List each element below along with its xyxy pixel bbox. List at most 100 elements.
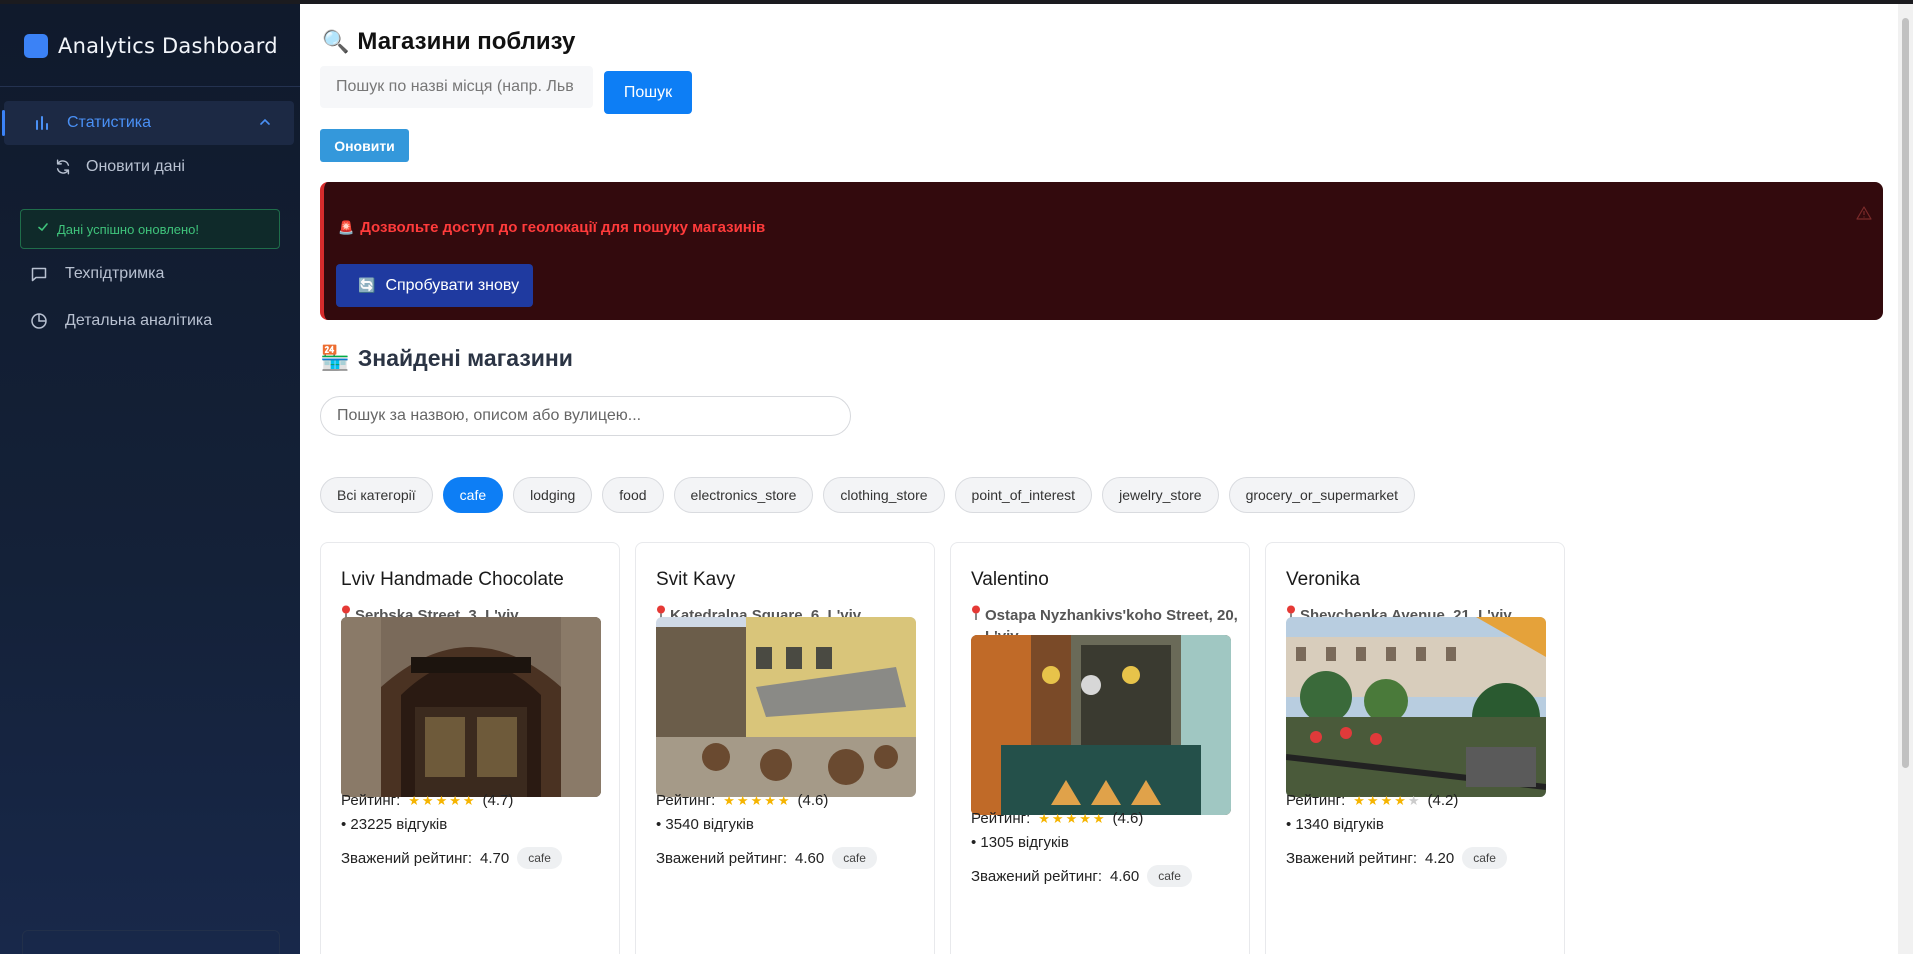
sidebar-item-statistics[interactable]: Статистика [2, 101, 294, 145]
star-icon: ★ [1079, 810, 1091, 826]
weighted-label: Зважений рейтинг: [656, 849, 788, 867]
shop-photo [1286, 617, 1546, 797]
geolocation-alert: 🚨 Дозвольте доступ до геолокації для пош… [320, 182, 1883, 320]
category-tag: cafe [832, 847, 877, 869]
toast-message: Дані успішно оновлено! [57, 221, 200, 237]
shop-card[interactable]: Valentino Ostapa Nyzhankivs'koho Street, … [950, 542, 1250, 954]
sidebar-item-detailed-analytics[interactable]: Детальна аналітика [30, 312, 212, 330]
category-tag: cafe [517, 847, 562, 869]
shop-photo [656, 617, 916, 797]
chat-icon [30, 265, 48, 283]
star-icon: ★ [1394, 792, 1406, 808]
star-icon: ★ [435, 792, 448, 808]
alert-message-row: 🚨 Дозвольте доступ до геолокації для пош… [338, 219, 765, 236]
review-count: • 1340 відгуків [1286, 816, 1384, 833]
sidebar-item-label: Оновити дані [86, 158, 185, 175]
star-icon: ★ [1366, 792, 1379, 808]
weighted-label: Зважений рейтинг: [341, 849, 473, 867]
rating-label: Рейтинг: [971, 810, 1031, 827]
shop-cards: Lviv Handmade Chocolate Serbska Street, 3… [320, 542, 1565, 954]
search-button[interactable]: Пошук [604, 71, 692, 114]
rating-value: (4.7) [482, 792, 514, 809]
category-chip[interactable]: clothing_store [823, 477, 945, 513]
page-title: Магазини поблизу [357, 28, 576, 55]
star-icon: ★ [750, 792, 763, 808]
check-icon [37, 220, 49, 238]
pie-chart-icon [30, 312, 48, 330]
nearby-shops-heading: 🔍 Магазини поблизу [322, 28, 575, 56]
chevron-up-icon[interactable] [258, 115, 272, 134]
star-rating: ★ ★ ★ ★ ★ [408, 793, 474, 809]
star-icon: ★ [1380, 792, 1393, 808]
shop-card[interactable]: Veronika Shevchenka Avenue, 21, L'viv Рейт… [1265, 542, 1565, 954]
alert-message: Дозвольте доступ до геолокації для пошук… [360, 219, 766, 236]
brand-logo-icon [24, 34, 48, 58]
shop-rating: Рейтинг: ★ ★ ★ ★ ★ (4.6) [656, 792, 828, 809]
star-icon: ★ [421, 792, 434, 808]
category-tag: cafe [1147, 865, 1192, 887]
weighted-value: 4.60 [1110, 867, 1140, 885]
shop-filter-input[interactable] [320, 396, 851, 436]
weighted-rating: Зважений рейтинг: 4.60 cafe [656, 847, 877, 869]
category-tag: cafe [1462, 847, 1507, 869]
sidebar-footer-panel [22, 930, 280, 954]
siren-icon: 🚨 [338, 219, 355, 235]
shop-rating: Рейтинг: ★ ★ ★ ★ ★ (4.6) [971, 810, 1143, 827]
vertical-scrollbar[interactable] [1898, 4, 1913, 954]
star-icon: ★ [1353, 792, 1365, 808]
sidebar: Analytics Dashboard Статистика Оновити д… [0, 0, 300, 954]
review-count: • 23225 відгуків [341, 816, 448, 833]
sidebar-item-refresh-data[interactable]: Оновити дані [54, 158, 185, 176]
shop-rating: Рейтинг: ★ ★ ★ ★ ★ (4.2) [1286, 792, 1458, 809]
bar-chart-icon [33, 114, 51, 132]
place-search-input[interactable] [320, 66, 593, 108]
category-chip[interactable]: electronics_store [673, 477, 814, 513]
window-top-border [0, 0, 1913, 4]
rating-value: (4.6) [1112, 810, 1144, 827]
warning-icon [1856, 206, 1872, 225]
brand-title: Analytics Dashboard [58, 34, 278, 58]
category-chip[interactable]: food [602, 477, 664, 513]
rating-label: Рейтинг: [341, 792, 401, 809]
star-icon: ★ [449, 792, 461, 808]
shop-rating: Рейтинг: ★ ★ ★ ★ ★ (4.7) [341, 792, 513, 809]
star-icon: ★ [1407, 792, 1420, 808]
sidebar-item-label: Детальна аналітика [65, 312, 213, 329]
magnifier-icon: 🔍 [322, 29, 350, 54]
category-chip[interactable]: grocery_or_supermarket [1228, 477, 1416, 513]
weighted-label: Зважений рейтинг: [971, 867, 1103, 885]
refresh-button[interactable]: Оновити [320, 129, 409, 162]
retry-button[interactable]: 🔄 Спробувати знову [336, 264, 533, 307]
rating-value: (4.6) [797, 792, 829, 809]
weighted-value: 4.70 [480, 849, 510, 867]
star-icon: ★ [764, 792, 776, 808]
retry-icon: 🔄 [358, 277, 376, 293]
rating-label: Рейтинг: [656, 792, 716, 809]
category-chip[interactable]: lodging [513, 477, 593, 513]
category-chip[interactable]: point_of_interest [954, 477, 1093, 513]
found-shops-heading: 🏪 Знайдені магазини [320, 344, 573, 373]
sidebar-divider [0, 86, 300, 87]
shop-name: Lviv Handmade Chocolate [341, 569, 564, 590]
shop-card[interactable]: Lviv Handmade Chocolate Serbska Street, 3… [320, 542, 620, 954]
shop-name: Veronika [1286, 569, 1360, 590]
star-rating: ★ ★ ★ ★ ★ [1353, 793, 1419, 809]
review-count: • 1305 відгуків [971, 834, 1069, 851]
scrollbar-thumb[interactable] [1902, 18, 1909, 768]
category-chip[interactable]: jewelry_store [1102, 477, 1219, 513]
star-icon: ★ [408, 792, 420, 808]
shop-photo [971, 635, 1231, 815]
store-icon: 🏪 [320, 345, 350, 372]
sidebar-item-label: Техпідтримка [65, 265, 165, 282]
section-title: Знайдені магазини [357, 345, 573, 371]
category-chip[interactable]: Всі категорії [320, 477, 433, 513]
category-chip[interactable]: cafe [442, 477, 504, 513]
star-icon: ★ [1065, 810, 1078, 826]
sidebar-item-support[interactable]: Техпідтримка [30, 265, 164, 283]
review-count: • 3540 відгуків [656, 816, 754, 833]
star-icon: ★ [1051, 810, 1064, 826]
weighted-rating: Зважений рейтинг: 4.60 cafe [971, 865, 1192, 887]
refresh-icon [54, 158, 72, 176]
shop-photo [341, 617, 601, 797]
shop-card[interactable]: Svit Kavy Katedralna Square, 6, L'viv Рейт… [635, 542, 935, 954]
